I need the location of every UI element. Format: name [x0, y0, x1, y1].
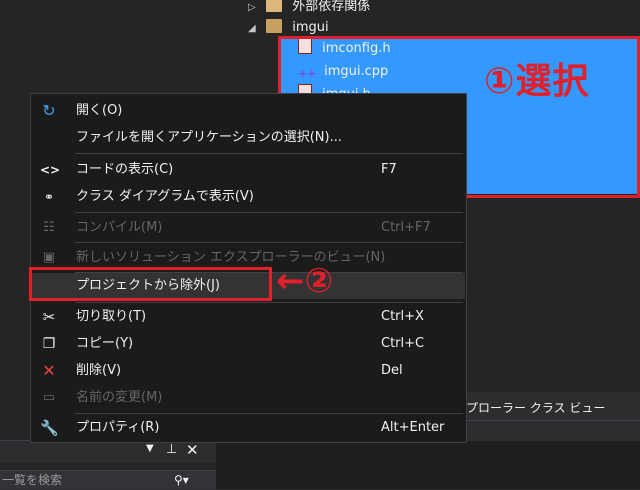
- menu-separator: [75, 302, 463, 303]
- search-placeholder: 一覧を検索: [2, 473, 63, 487]
- rename-icon: ▭: [42, 390, 56, 405]
- menu-item-copy[interactable]: ❐ コピー(Y) Ctrl+C: [32, 331, 465, 357]
- folder-icon: [266, 0, 283, 12]
- annotation-box-exclude: [29, 267, 272, 301]
- tree-item-external-deps[interactable]: ▷ 外部依存関係: [248, 0, 370, 18]
- collapse-arrow-icon[interactable]: ◢: [248, 18, 262, 40]
- delete-x-icon: ✕: [42, 361, 56, 380]
- compile-icon: ☷: [43, 220, 55, 235]
- tree-item-label: imgui: [292, 20, 329, 35]
- dropdown-icon[interactable]: ▼: [146, 443, 154, 454]
- menu-separator: [75, 153, 463, 154]
- menu-item-view-code[interactable]: <> コードの表示(C) F7: [32, 157, 465, 183]
- explorer-tabs[interactable]: プローラー クラス ビュー: [464, 396, 640, 420]
- menu-item-compile: ☷ コンパイル(M) Ctrl+F7: [32, 215, 465, 241]
- open-arrow-icon: ↻: [42, 101, 56, 120]
- pin-icon[interactable]: ⊥: [166, 442, 177, 457]
- menu-item-class-diagram[interactable]: ⚭ クラス ダイアグラムで表示(V): [32, 184, 465, 210]
- scissors-icon: ✂: [42, 308, 56, 326]
- close-icon[interactable]: ✕: [186, 441, 199, 459]
- properties-panel: [216, 441, 640, 489]
- copy-icon: ❐: [42, 336, 56, 352]
- menu-item-properties[interactable]: 🔧 プロパティ(R) Alt+Enter: [32, 415, 465, 441]
- annotation-label-exclude: ←②: [276, 261, 334, 301]
- class-diagram-icon: ⚭: [43, 190, 55, 204]
- annotation-label-select: ①選択: [484, 61, 590, 102]
- panel-titlebar: ▼ ⊥ ✕: [0, 440, 216, 463]
- wrench-icon: 🔧: [40, 419, 59, 437]
- code-brackets-icon: <>: [40, 163, 61, 177]
- search-input[interactable]: 一覧を検索 ⚲▾: [0, 470, 216, 489]
- menu-separator: [75, 413, 463, 414]
- menu-item-cut[interactable]: ✂ 切り取り(T) Ctrl+X: [32, 304, 465, 330]
- filter-folder-icon: [266, 19, 283, 33]
- new-view-icon: ▣: [42, 250, 56, 265]
- menu-separator: [75, 242, 463, 243]
- menu-item-open[interactable]: ↻ 開く(O): [32, 98, 465, 124]
- menu-item-rename: ▭ 名前の変更(M): [32, 385, 465, 411]
- menu-item-open-with[interactable]: ファイルを開くアプリケーションの選択(N)...: [32, 125, 465, 151]
- menu-item-delete[interactable]: ✕ 削除(V) Del: [32, 358, 465, 384]
- tree-item-label: 外部依存関係: [292, 0, 371, 14]
- search-icon[interactable]: ⚲▾: [174, 471, 189, 490]
- menu-separator: [75, 212, 463, 213]
